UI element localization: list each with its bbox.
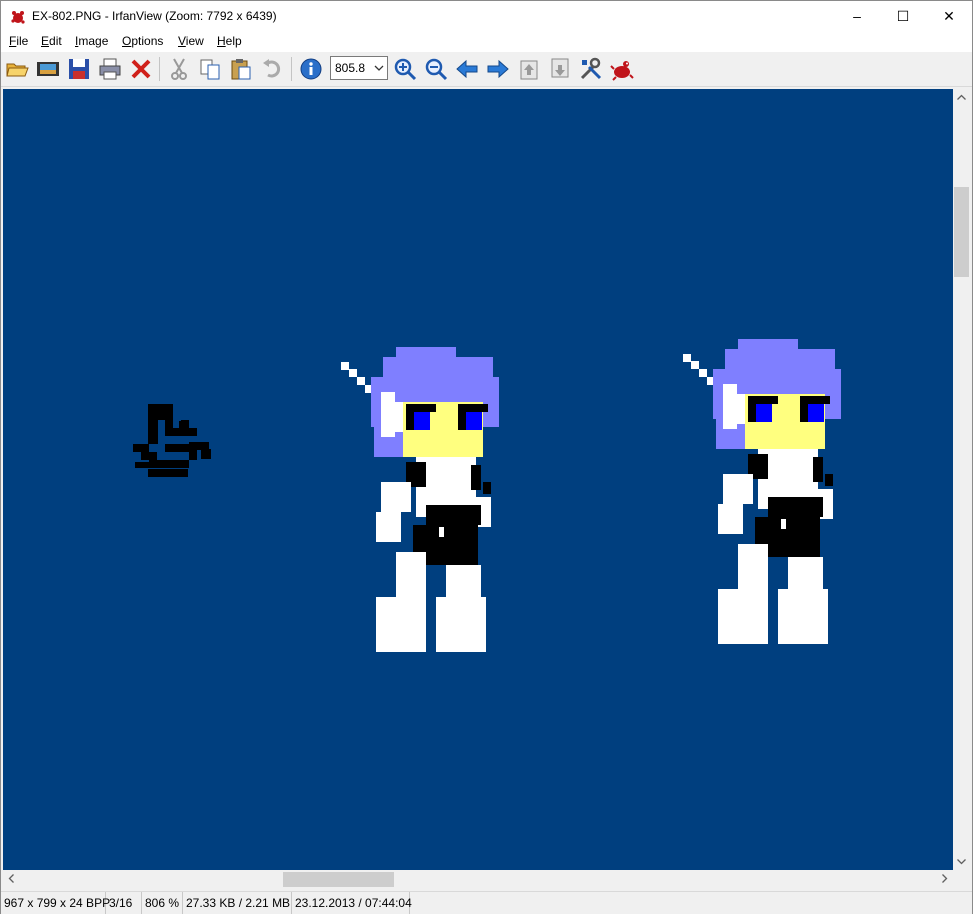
next-icon <box>487 59 509 79</box>
scroll-left-arrow-icon[interactable] <box>8 874 14 883</box>
save-icon <box>69 59 89 79</box>
cut-button[interactable] <box>167 57 191 81</box>
maximize-button[interactable]: ☐ <box>880 1 926 31</box>
zoom-in-icon <box>394 58 417 81</box>
status-file-size: 27.33 KB / 2.21 MB <box>183 892 292 914</box>
menu-options-label: ptions <box>131 34 164 48</box>
toolbar-separator <box>291 57 292 81</box>
about-button[interactable] <box>610 57 634 81</box>
delete-button[interactable] <box>129 57 153 81</box>
scroll-up-arrow-icon[interactable] <box>957 94 966 100</box>
undo-button[interactable] <box>260 57 284 81</box>
menu-view[interactable]: View <box>178 34 204 48</box>
menu-file-label: ile <box>16 34 29 48</box>
toolbar: 805.8 <box>1 52 972 87</box>
vertical-scrollbar[interactable] <box>953 89 970 870</box>
zoom-value: 805.8 <box>335 61 366 75</box>
horizontal-scrollbar[interactable] <box>3 870 953 889</box>
vertical-scroll-thumb[interactable] <box>954 187 969 277</box>
open-icon <box>6 63 29 77</box>
first-page-icon <box>520 60 538 80</box>
zoom-combo[interactable]: 805.8 <box>330 56 388 80</box>
scroll-right-arrow-icon[interactable] <box>942 874 948 883</box>
menu-help[interactable]: Help <box>217 34 242 48</box>
zoom-out-icon <box>425 58 448 81</box>
status-bar: 967 x 799 x 24 BPP 3/16 806 % 27.33 KB /… <box>1 891 972 914</box>
close-button[interactable]: ✕ <box>926 1 972 31</box>
previous-icon <box>456 59 478 79</box>
paste-button[interactable] <box>229 57 253 81</box>
irfanview-icon <box>610 61 634 81</box>
pixel-art-image <box>133 339 841 652</box>
slideshow-icon <box>37 62 59 76</box>
sprite-character-right <box>683 339 841 644</box>
toolbar-separator <box>159 57 160 81</box>
info-button[interactable] <box>299 57 323 81</box>
irfanview-logo-icon <box>11 11 25 24</box>
settings-icon <box>580 57 602 80</box>
scrollbar-corner <box>953 870 970 889</box>
copy-icon <box>200 59 220 80</box>
next-button[interactable] <box>486 57 510 81</box>
status-dimensions: 967 x 799 x 24 BPP <box>1 892 110 914</box>
last-page-icon <box>551 58 569 78</box>
image-canvas[interactable] <box>3 89 953 870</box>
chevron-down-icon <box>374 65 384 71</box>
menu-edit-accel: E <box>41 34 50 48</box>
menu-bar: File Edit Image Options View Help <box>1 31 972 52</box>
irfanview-window: EX-802.PNG - IrfanView (Zoom: 7792 x 643… <box>0 0 973 914</box>
copy-button[interactable] <box>198 57 222 81</box>
cut-icon <box>171 58 187 80</box>
title-bar[interactable]: EX-802.PNG - IrfanView (Zoom: 7792 x 643… <box>1 1 972 31</box>
menu-view-label: iew <box>185 34 204 48</box>
save-button[interactable] <box>67 57 91 81</box>
previous-button[interactable] <box>455 57 479 81</box>
minimize-button[interactable]: – <box>834 1 880 31</box>
menu-help-accel: H <box>217 34 226 48</box>
menu-edit[interactable]: Edit <box>41 34 62 48</box>
menu-options-accel: O <box>122 34 132 48</box>
slideshow-button[interactable] <box>36 57 60 81</box>
menu-file[interactable]: File <box>9 34 28 48</box>
status-page: 3/16 <box>106 892 142 914</box>
zoom-out-button[interactable] <box>424 57 448 81</box>
delete-icon <box>131 59 151 79</box>
menu-help-label: elp <box>225 34 242 48</box>
sprite-character-left <box>341 347 499 652</box>
menu-image[interactable]: Image <box>75 34 108 48</box>
info-icon <box>300 58 322 80</box>
sprite-small-creature <box>133 404 211 477</box>
menu-edit-label: dit <box>49 34 62 48</box>
status-zoom: 806 % <box>142 892 183 914</box>
scroll-down-arrow-icon[interactable] <box>957 859 966 865</box>
status-datetime: 23.12.2013 / 07:44:04 <box>292 892 412 914</box>
horizontal-scroll-thumb[interactable] <box>283 872 394 887</box>
zoom-in-button[interactable] <box>393 57 417 81</box>
print-icon <box>99 58 121 80</box>
menu-view-accel: V <box>178 34 186 48</box>
window-title: EX-802.PNG - IrfanView (Zoom: 7792 x 643… <box>32 9 277 23</box>
first-page-button[interactable] <box>517 57 541 81</box>
undo-icon <box>263 59 281 78</box>
open-button[interactable] <box>5 57 29 81</box>
last-page-button[interactable] <box>548 57 572 81</box>
print-button[interactable] <box>98 57 122 81</box>
menu-options[interactable]: Options <box>122 34 163 48</box>
menu-image-label: mage <box>78 34 109 48</box>
paste-icon <box>231 59 251 80</box>
settings-button[interactable] <box>579 57 603 81</box>
